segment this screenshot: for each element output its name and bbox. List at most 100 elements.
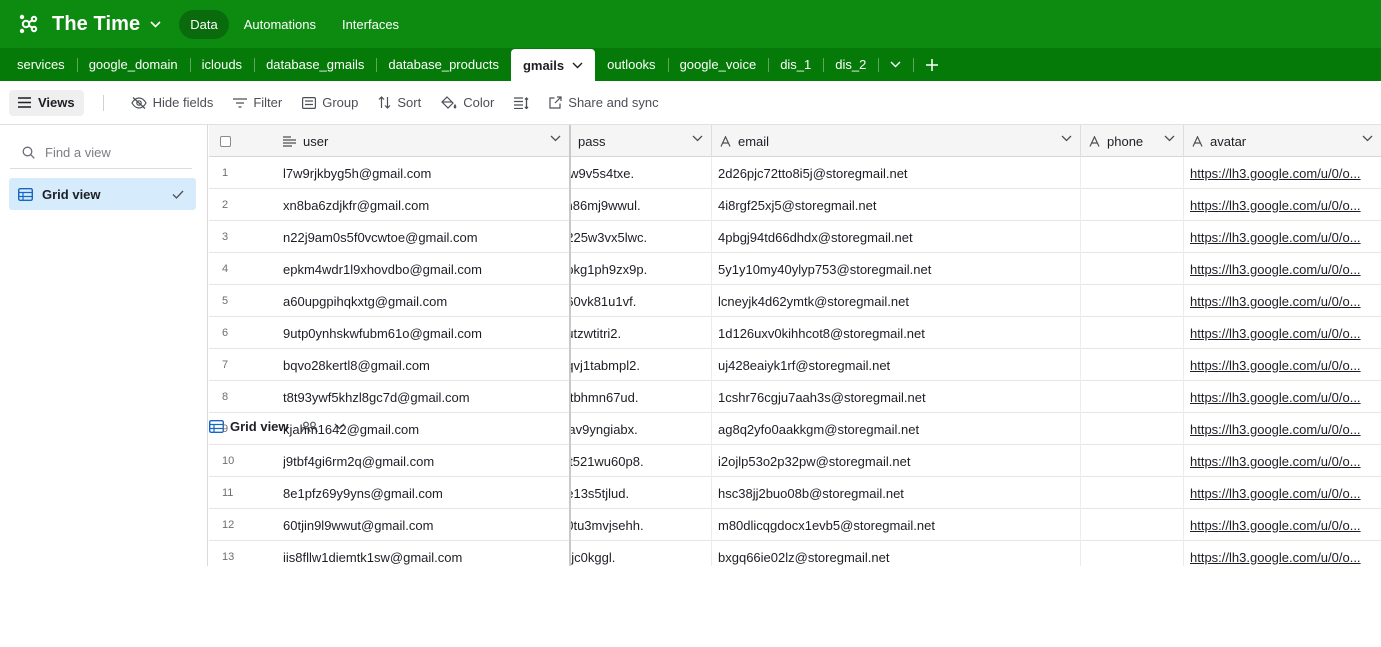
cell-avatar[interactable]: https://lh3.google.com/u/0/o... <box>1190 509 1370 541</box>
cell-pass[interactable]: a60vk81u1vf. <box>571 285 701 317</box>
tab-iclouds[interactable]: iclouds <box>189 48 254 81</box>
cell-user[interactable]: 9utp0ynhskwfubm61o@gmail.com <box>283 317 563 349</box>
cell-user[interactable]: bqvo28kertl8@gmail.com <box>283 349 563 381</box>
chevron-down-icon[interactable] <box>1164 135 1175 142</box>
cell-avatar[interactable]: https://lh3.google.com/u/0/o... <box>1190 285 1370 317</box>
table-row[interactable]: 10 j9tbf4gi6rm2q@gmail.com j9t521wu60p8. i2… <box>209 445 1381 477</box>
chevron-down-icon[interactable] <box>1061 135 1072 142</box>
row-height-button[interactable] <box>514 96 529 109</box>
column-header-avatar[interactable]: avatar <box>1184 125 1381 157</box>
hide-fields-button[interactable]: Hide fields <box>130 95 213 110</box>
cell-email[interactable]: lcneyjk4d62ymtk@storegmail.net <box>718 285 1073 317</box>
table-row[interactable]: 11 8e1pfz69y9yns@gmail.com 8e13s5tjlud. hsc… <box>209 477 1381 509</box>
cell-avatar[interactable]: https://lh3.google.com/u/0/o... <box>1190 189 1370 221</box>
cell-email[interactable]: 4i8rgf25xj5@storegmail.net <box>718 189 1073 221</box>
cell-avatar[interactable]: https://lh3.google.com/u/0/o... <box>1190 477 1370 509</box>
table-row[interactable]: 4 epkm4wdr1l9xhovdbo@gmail.com epkg1ph9zx9… <box>209 253 1381 285</box>
cell-email[interactable]: hsc38jj2buo08b@storegmail.net <box>718 477 1073 509</box>
group-button[interactable]: Group <box>302 95 358 110</box>
cell-pass[interactable]: 8e13s5tjlud. <box>571 477 701 509</box>
tab-database-products[interactable]: database_products <box>376 48 511 81</box>
cell-email[interactable]: bxgq66ie02lz@storegmail.net <box>718 541 1073 566</box>
cell-phone[interactable] <box>1087 285 1182 317</box>
chevron-down-icon[interactable] <box>150 20 161 28</box>
base-logo-icon[interactable] <box>18 13 40 35</box>
cell-phone[interactable] <box>1087 189 1182 221</box>
more-tabs-button[interactable] <box>878 48 913 81</box>
cell-user[interactable]: j9tbf4gi6rm2q@gmail.com <box>283 445 563 477</box>
frozen-column-divider[interactable] <box>569 125 571 566</box>
table-row[interactable]: 5 a60upgpihqkxtg@gmail.com a60vk81u1vf. lcn… <box>209 285 1381 317</box>
cell-avatar[interactable]: https://lh3.google.com/u/0/o... <box>1190 349 1370 381</box>
chevron-down-icon[interactable] <box>550 135 561 142</box>
table-row[interactable]: 1 l7w9rjkbyg5h@gmail.com l7w9v5s4txe. 2d26p… <box>209 157 1381 189</box>
color-button[interactable]: Color <box>441 95 494 110</box>
cell-pass[interactable]: 60tu3mvjsehh. <box>571 509 701 541</box>
sort-button[interactable]: Sort <box>378 95 421 110</box>
views-button[interactable]: Views <box>9 89 84 116</box>
cell-user[interactable]: 60tjin9l9wwut@gmail.com <box>283 509 563 541</box>
cell-email[interactable]: 4pbgj94td66dhdx@storegmail.net <box>718 221 1073 253</box>
cell-pass[interactable]: 9utzwtitri2. <box>571 317 701 349</box>
cell-pass[interactable]: t8tbhmn67ud. <box>571 381 701 413</box>
table-row[interactable]: 3 n22j9am0s5f0vcwtoe@gmail.com n225w3vx5lw… <box>209 221 1381 253</box>
tab-database-gmails[interactable]: database_gmails <box>254 48 376 81</box>
share-sync-button[interactable]: Share and sync <box>549 95 659 110</box>
base-name[interactable]: The Time <box>52 13 140 36</box>
cell-avatar[interactable]: https://lh3.google.com/u/0/o... <box>1190 541 1370 566</box>
cell-avatar[interactable]: https://lh3.google.com/u/0/o... <box>1190 221 1370 253</box>
cell-phone[interactable] <box>1087 477 1182 509</box>
cell-pass[interactable]: epkg1ph9zx9p. <box>571 253 701 285</box>
table-row[interactable]: 2 xn8ba6zdjkfr@gmail.com xn86mj9wwul. 4i8rg… <box>209 189 1381 221</box>
cell-email[interactable]: uj428eaiyk1rf@storegmail.net <box>718 349 1073 381</box>
cell-user[interactable]: 8e1pfz69y9yns@gmail.com <box>283 477 563 509</box>
tab-google-voice[interactable]: google_voice <box>667 48 769 81</box>
cell-user[interactable]: iis8fllw1diemtk1sw@gmail.com <box>283 541 563 566</box>
tab-dis-1[interactable]: dis_1 <box>768 48 823 81</box>
cell-phone[interactable] <box>1087 253 1182 285</box>
column-header-pass[interactable]: pass <box>571 125 712 157</box>
chevron-down-icon[interactable] <box>572 62 583 69</box>
cell-phone[interactable] <box>1087 381 1182 413</box>
cell-avatar[interactable]: https://lh3.google.com/u/0/o... <box>1190 253 1370 285</box>
cell-pass[interactable]: l7w9v5s4txe. <box>571 157 701 189</box>
cell-phone[interactable] <box>1087 445 1182 477</box>
tab-services[interactable]: services <box>0 48 77 81</box>
cell-avatar[interactable]: https://lh3.google.com/u/0/o... <box>1190 157 1370 189</box>
column-header-user[interactable]: user <box>269 125 570 157</box>
tab-gmails[interactable]: gmails <box>510 49 596 81</box>
filter-button[interactable]: Filter <box>233 95 282 110</box>
cell-user[interactable]: l7w9rjkbyg5h@gmail.com <box>283 157 563 189</box>
cell-email[interactable]: 1d126uxv0kihhcot8@storegmail.net <box>718 317 1073 349</box>
chevron-down-icon[interactable] <box>1362 135 1373 142</box>
cell-phone[interactable] <box>1087 221 1182 253</box>
table-row[interactable]: 9 kjahm1642@gmail.com kjav9yngiabx. ag8q2yf… <box>209 413 1381 445</box>
tab-outlooks[interactable]: outlooks <box>595 48 667 81</box>
find-view-input[interactable] <box>45 145 185 160</box>
cell-user[interactable]: xn8ba6zdjkfr@gmail.com <box>283 189 563 221</box>
table-row[interactable]: 13 iis8fllw1diemtk1sw@gmail.com iisjc0kggl… <box>209 541 1381 566</box>
cell-phone[interactable] <box>1087 157 1182 189</box>
tab-google-domain[interactable]: google_domain <box>76 48 190 81</box>
cell-email[interactable]: 1cshr76cgju7aah3s@storegmail.net <box>718 381 1073 413</box>
tab-dis-2[interactable]: dis_2 <box>823 48 878 81</box>
add-table-button[interactable] <box>913 48 951 81</box>
cell-email[interactable]: 2d26pjc72tto8i5j@storegmail.net <box>718 157 1073 189</box>
cell-avatar[interactable]: https://lh3.google.com/u/0/o... <box>1190 381 1370 413</box>
table-row[interactable]: 6 9utp0ynhskwfubm61o@gmail.com 9utzwtitri2… <box>209 317 1381 349</box>
nav-interfaces[interactable]: Interfaces <box>331 10 410 39</box>
cell-email[interactable]: ag8q2yfo0aakkgm@storegmail.net <box>718 413 1073 445</box>
cell-email[interactable]: 5y1y10my40ylyp753@storegmail.net <box>718 253 1073 285</box>
cell-pass[interactable]: xn86mj9wwul. <box>571 189 701 221</box>
nav-data[interactable]: Data <box>179 9 229 39</box>
sidebar-item-grid-view[interactable]: Grid view <box>9 178 196 210</box>
cell-pass[interactable]: bqvj1tabmpl2. <box>571 349 701 381</box>
cell-phone[interactable] <box>1087 317 1182 349</box>
cell-phone[interactable] <box>1087 541 1182 566</box>
table-row[interactable]: 7 bqvo28kertl8@gmail.com bqvj1tabmpl2. uj42… <box>209 349 1381 381</box>
cell-pass[interactable]: j9t521wu60p8. <box>571 445 701 477</box>
cell-phone[interactable] <box>1087 509 1182 541</box>
cell-user[interactable]: t8t93ywf5khzl8gc7d@gmail.com <box>283 381 563 413</box>
cell-avatar[interactable]: https://lh3.google.com/u/0/o... <box>1190 317 1370 349</box>
cell-pass[interactable]: iisjc0kggl. <box>571 541 701 566</box>
